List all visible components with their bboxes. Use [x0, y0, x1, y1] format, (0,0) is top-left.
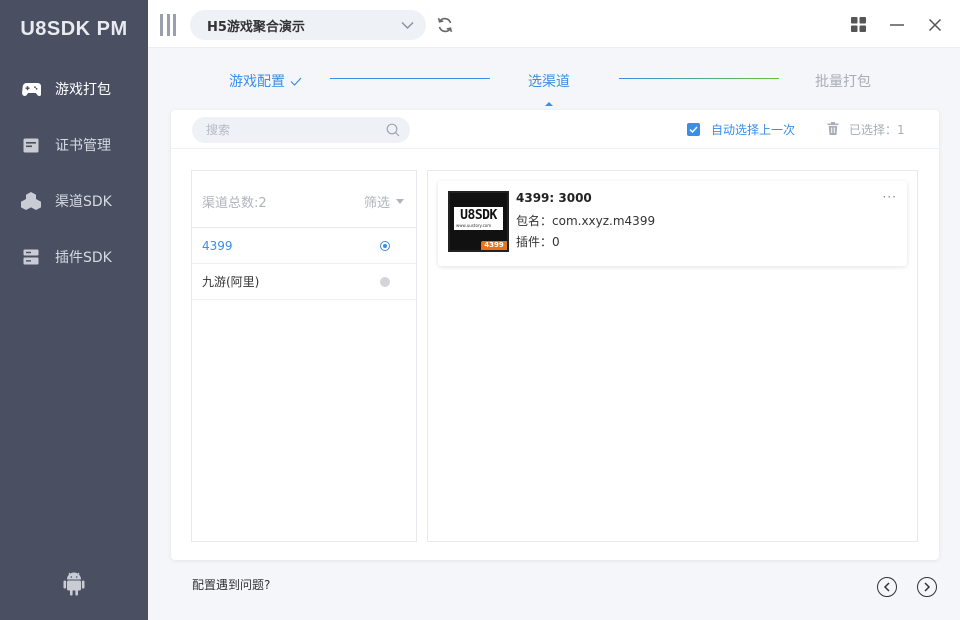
caret-down-icon [396, 199, 404, 204]
previous-step-button[interactable] [877, 577, 897, 597]
step-connector-next [619, 78, 779, 79]
search-icon[interactable] [386, 123, 400, 141]
chevron-left-icon [883, 582, 891, 592]
channel-logo: U8SDK www.uustory.com 4399 [448, 191, 509, 252]
minimize-icon[interactable] [889, 17, 905, 33]
topbar: H5游戏聚合演示 [148, 0, 960, 48]
project-select-value: H5游戏聚合演示 [207, 19, 305, 35]
channel-name: 九游(阿里) [202, 275, 260, 289]
channel-selection-card: 自动选择上一次 已选择：1 渠道总数:2 筛选 4399 [171, 110, 939, 560]
chevron-down-icon [401, 19, 414, 34]
sidebar-item-plugin-sdk[interactable]: 插件SDK [0, 229, 148, 285]
step-indicator: 游戏配置 选渠道 批量打包 [148, 48, 960, 108]
step-select-channel[interactable]: 选渠道 [528, 71, 570, 91]
auto-select-checkbox[interactable] [687, 123, 700, 136]
sidebar-item-label: 证书管理 [55, 138, 111, 154]
gamepad-icon [21, 79, 41, 99]
channel-card-title: 4399: 3000 [516, 191, 592, 205]
step-batch-package[interactable]: 批量打包 [815, 71, 871, 91]
sidebar-item-game-packaging[interactable]: 游戏打包 [0, 61, 148, 117]
sidebar-nav: 游戏打包 证书管理 渠道SDK 插件SDK [0, 61, 148, 285]
channel-list-header: 渠道总数:2 筛选 [192, 171, 416, 228]
sidebar-item-label: 渠道SDK [55, 194, 112, 210]
channel-total: 渠道总数:2 [202, 196, 267, 211]
channel-package-name: 包名：com.xxyz.m4399 [516, 214, 656, 228]
check-icon [290, 77, 302, 86]
app-brand: U8SDK PM [20, 18, 128, 40]
step-label: 游戏配置 [229, 74, 285, 90]
auto-select-label: 自动选择上一次 [711, 123, 796, 137]
android-icon[interactable] [62, 570, 86, 596]
refresh-icon[interactable] [436, 16, 454, 38]
filter-dropdown[interactable]: 筛选 [364, 192, 404, 211]
next-step-button[interactable] [917, 577, 937, 597]
selected-info: 已选择：1 [827, 121, 905, 138]
channel-card[interactable]: U8SDK www.uustory.com 4399 4399: 3000 包名… [438, 181, 907, 266]
selected-channels-panel: U8SDK www.uustory.com 4399 4399: 3000 包名… [427, 170, 918, 542]
search-box [192, 117, 410, 143]
grid-icon[interactable] [851, 17, 867, 33]
trash-icon[interactable] [827, 121, 839, 138]
channel-row[interactable]: 4399 [192, 228, 416, 264]
channel-plugin-count: 插件：0 [516, 235, 560, 249]
search-input[interactable] [192, 117, 372, 143]
selected-count: 已选择：1 [849, 123, 905, 137]
sidebar-item-label: 游戏打包 [55, 82, 111, 98]
plugin-icon [21, 247, 41, 267]
sidebar-item-channel-sdk[interactable]: 渠道SDK [0, 173, 148, 229]
step-connector-done [330, 78, 490, 79]
menu-toggle-icon[interactable] [160, 14, 176, 36]
logo-badge: 4399 [481, 241, 507, 250]
channel-radio-unselected[interactable] [380, 277, 390, 287]
sidebar: U8SDK PM 游戏打包 证书管理 渠道SDK 插件SDK [0, 0, 148, 620]
channel-row[interactable]: 九游(阿里) [192, 264, 416, 300]
divider [171, 148, 939, 149]
sidebar-item-certificates[interactable]: 证书管理 [0, 117, 148, 173]
logo-url: www.uustory.com [456, 223, 492, 228]
auto-select-toggle[interactable]: 自动选择上一次 [687, 121, 795, 138]
chevron-right-icon [923, 582, 931, 592]
cubes-icon [21, 191, 41, 211]
channel-list: 渠道总数:2 筛选 4399 九游(阿里) [191, 170, 417, 542]
step-game-config[interactable]: 游戏配置 [229, 71, 302, 91]
close-icon[interactable] [927, 17, 943, 33]
filter-label: 筛选 [363, 196, 390, 211]
more-options-icon[interactable]: ··· [883, 190, 897, 204]
channel-name: 4399 [202, 238, 233, 253]
certificate-icon [21, 135, 41, 155]
channel-radio-selected[interactable] [380, 241, 390, 251]
help-link[interactable]: 配置遇到问题? [192, 576, 270, 593]
sidebar-item-label: 插件SDK [55, 250, 112, 266]
logo-wordmark: U8SDK [460, 208, 497, 223]
current-step-marker [545, 102, 553, 106]
project-select[interactable]: H5游戏聚合演示 [190, 10, 426, 40]
